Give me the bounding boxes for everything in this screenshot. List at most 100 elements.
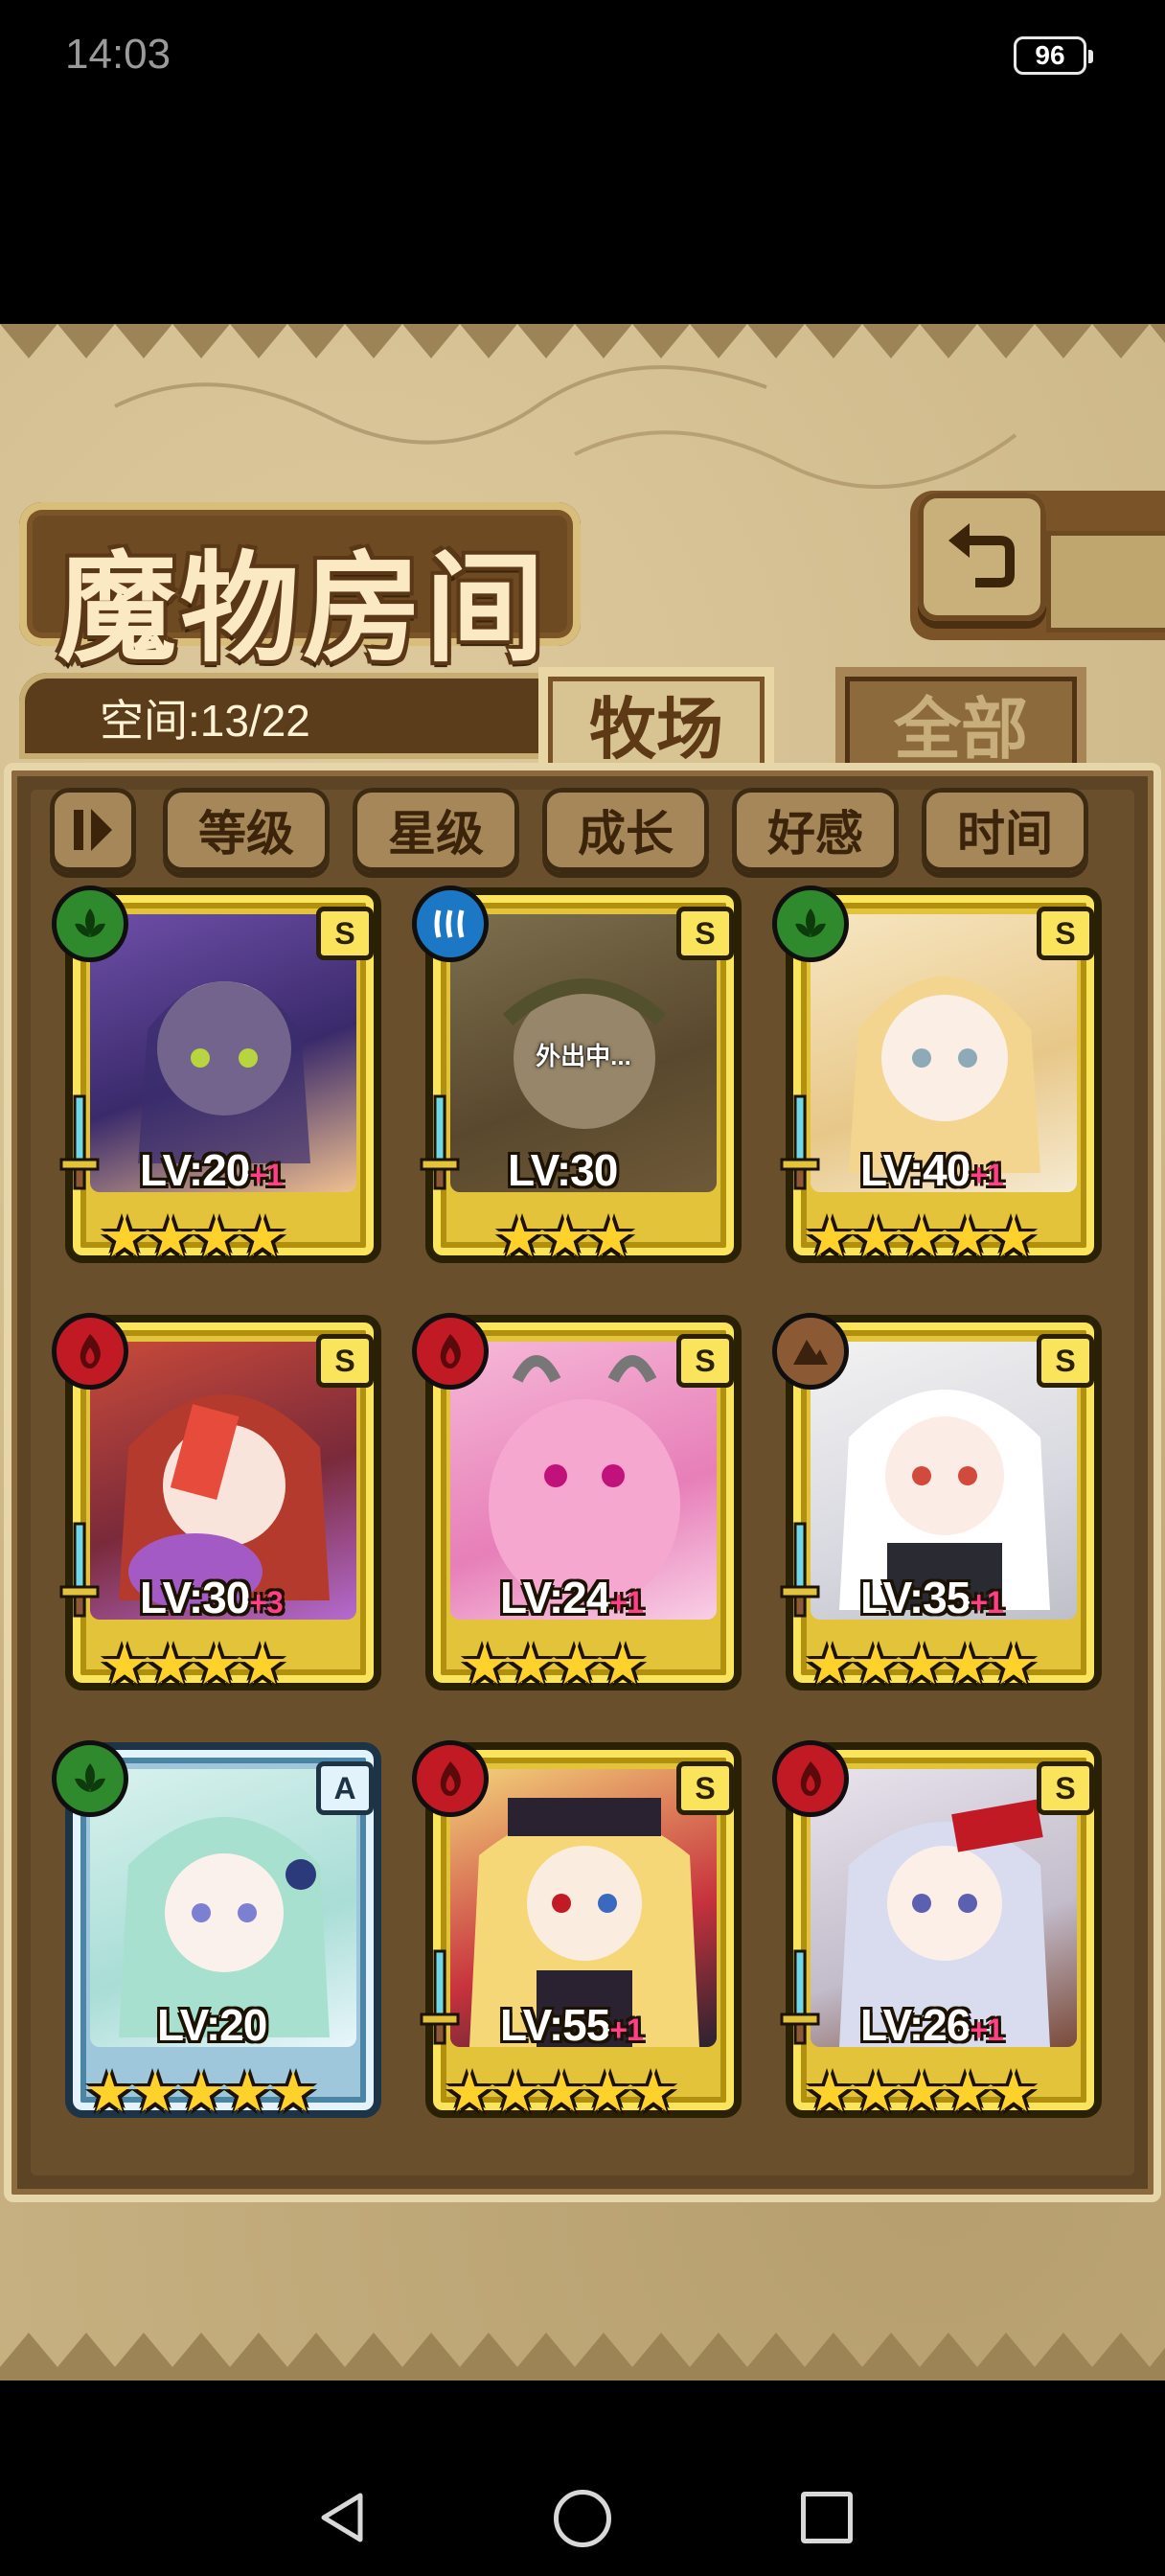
fire-element-icon	[412, 1313, 489, 1390]
star-icon: ★	[943, 2059, 993, 2125]
rank-badge: S	[316, 1334, 374, 1388]
monster-card[interactable]: S LV:35+1 ★ ★ ★ ★ ★	[772, 1313, 1109, 1708]
sword-icon	[59, 1094, 100, 1190]
sort-toggle-bar	[74, 810, 83, 850]
level-bonus: +1	[970, 2012, 1003, 2047]
monster-card[interactable]: S LV:30+3 ★ ★ ★ ★	[52, 1313, 389, 1708]
monster-card[interactable]: A LV:20 ★ ★ ★ ★ ★	[52, 1740, 389, 2135]
star-icon: ★	[897, 1632, 947, 1697]
page-title-plate: 魔物房间	[19, 502, 581, 678]
leaf-element-icon	[52, 1740, 128, 1817]
level-label: LV:55+1	[500, 1999, 644, 2051]
star-icon: ★	[192, 1632, 241, 1697]
star-icon: ★	[851, 1205, 901, 1270]
star-icon: ★	[805, 2059, 855, 2125]
level-label: LV:30	[508, 1144, 618, 1196]
star-icon: ★	[537, 2059, 586, 2125]
level-bonus: +1	[970, 1585, 1003, 1620]
nav-home-icon[interactable]	[554, 2490, 611, 2547]
star-icon: ★	[851, 2059, 901, 2125]
level-label: LV:20	[157, 1999, 267, 2051]
level-label: LV:40+1	[860, 1144, 1004, 1196]
sort-by-time-button[interactable]: 时间	[922, 788, 1088, 872]
sort-bar: 等级 星级 成长 好感 时间	[50, 788, 1115, 882]
level-value: LV:40	[860, 1145, 971, 1195]
star-icon: ★	[805, 1632, 855, 1697]
monster-card[interactable]: S LV:24+1 ★ ★ ★ ★	[412, 1313, 749, 1708]
level-label: LV:26+1	[860, 1999, 1004, 2051]
star-icon: ★	[192, 1205, 241, 1270]
fire-element-icon	[52, 1313, 128, 1390]
level-label: LV:20+1	[140, 1144, 284, 1196]
nav-back-icon[interactable]	[316, 2492, 368, 2543]
level-bonus: +3	[249, 1585, 283, 1620]
level-label: LV:24+1	[500, 1572, 644, 1623]
sort-order-toggle-button[interactable]	[50, 788, 136, 872]
sort-by-growth-button[interactable]: 成长	[542, 788, 709, 872]
sword-icon	[780, 1949, 820, 2045]
star-icon: ★	[84, 2059, 134, 2125]
star-icon: ★	[586, 1205, 636, 1270]
water-element-icon	[412, 886, 489, 962]
earth-element-icon	[772, 1313, 849, 1390]
rank-badge: S	[676, 907, 734, 960]
star-icon: ★	[100, 1632, 149, 1697]
star-icon: ★	[598, 1632, 648, 1697]
star-icon: ★	[146, 1632, 195, 1697]
monster-card[interactable]: S LV:55+1 ★ ★ ★ ★ ★	[412, 1740, 749, 2135]
sort-by-affection-button[interactable]: 好感	[732, 788, 899, 872]
star-icon: ★	[552, 1632, 602, 1697]
star-icon: ★	[146, 1205, 195, 1270]
fire-element-icon	[412, 1740, 489, 1817]
page-title: 魔物房间	[57, 540, 549, 678]
star-icon: ★	[460, 1632, 510, 1697]
back-button[interactable]	[918, 493, 1046, 621]
sword-icon	[420, 1094, 460, 1190]
star-icon: ★	[805, 1205, 855, 1270]
star-rating: ★ ★ ★ ★	[460, 1632, 648, 1697]
star-icon: ★	[582, 2059, 632, 2125]
star-icon: ★	[540, 1205, 590, 1270]
star-rating: ★ ★ ★	[494, 1205, 636, 1270]
monster-card[interactable]: S LV:40+1 ★ ★ ★ ★ ★	[772, 886, 1109, 1280]
star-icon: ★	[100, 1205, 149, 1270]
leaf-element-icon	[772, 886, 849, 962]
rank-badge: S	[676, 1761, 734, 1815]
star-icon: ★	[491, 2059, 540, 2125]
sword-icon	[59, 1522, 100, 1618]
star-icon: ★	[130, 2059, 180, 2125]
star-rating: ★ ★ ★ ★ ★	[805, 1205, 1039, 1270]
level-value: LV:20	[140, 1145, 250, 1195]
star-icon: ★	[943, 1632, 993, 1697]
rank-badge: S	[1037, 1334, 1094, 1388]
star-rating: ★ ★ ★ ★	[100, 1632, 287, 1697]
nav-recent-apps-icon[interactable]	[801, 2492, 853, 2543]
star-icon: ★	[238, 1205, 287, 1270]
star-icon: ★	[238, 1632, 287, 1697]
battery-icon: 96	[1014, 36, 1093, 75]
sort-toggle-arrow	[91, 809, 112, 851]
sword-icon	[420, 1949, 460, 2045]
leaf-element-icon	[52, 886, 128, 962]
star-icon: ★	[506, 1632, 556, 1697]
star-icon: ★	[897, 1205, 947, 1270]
monster-card[interactable]: S LV:20+1 ★ ★ ★ ★	[52, 886, 389, 1280]
level-bonus: +1	[609, 2012, 643, 2047]
clock: 14:03	[65, 31, 171, 78]
star-rating: ★ ★ ★ ★ ★	[445, 2059, 678, 2125]
back-button-tab	[1046, 531, 1165, 632]
sort-by-level-button[interactable]: 等级	[163, 788, 330, 872]
star-rating: ★ ★ ★ ★ ★	[805, 2059, 1039, 2125]
level-value: LV:55	[500, 2000, 610, 2050]
level-value: LV:35	[860, 1573, 971, 1622]
level-value: LV:26	[860, 2000, 971, 2050]
star-icon: ★	[989, 2059, 1039, 2125]
monster-card[interactable]: 外出中... S LV:30 ★ ★ ★	[412, 886, 749, 1280]
status-bar: 14:03 96	[0, 0, 1165, 115]
sort-by-stars-button[interactable]: 星级	[353, 788, 519, 872]
level-bonus: +1	[609, 1585, 643, 1620]
level-label: LV:35+1	[860, 1572, 1004, 1623]
star-icon: ★	[989, 1632, 1039, 1697]
star-rating: ★ ★ ★ ★ ★	[84, 2059, 318, 2125]
monster-card[interactable]: S LV:26+1 ★ ★ ★ ★ ★	[772, 1740, 1109, 2135]
